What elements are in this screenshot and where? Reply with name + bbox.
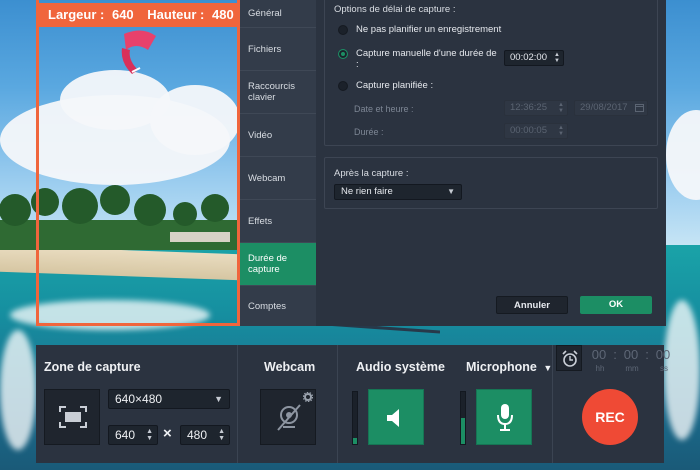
after-capture-title: Après la capture : [334, 168, 409, 179]
nav-item-video[interactable]: Vidéo [240, 114, 316, 157]
microphone-toggle-button[interactable] [476, 389, 532, 445]
microphone-level-fill [461, 418, 465, 444]
timer-hours: 00 [591, 347, 607, 362]
system-audio-toggle-button[interactable] [368, 389, 424, 445]
nav-item-general[interactable]: Général [240, 0, 316, 28]
divider [552, 345, 553, 463]
resolution-value: 640×480 [115, 392, 163, 406]
alarm-clock-icon [562, 350, 578, 367]
stepper-arrows-icon[interactable]: ▲ ▼ [146, 428, 153, 442]
nav-item-files[interactable]: Fichiers [240, 28, 316, 71]
manual-duration-stepper[interactable]: 00:02:00 ▲ ▼ [504, 50, 564, 66]
scheduled-time-value: 12:36:25 [510, 102, 547, 113]
microphone-title[interactable]: Microphone ▼ [466, 360, 552, 374]
timing-options-group [324, 0, 658, 146]
nav-item-accounts[interactable]: Comptes [240, 286, 316, 326]
system-audio-level-fill [353, 437, 357, 444]
capture-area-frame[interactable] [36, 0, 240, 326]
scheduled-time-stepper[interactable]: 12:36:25 ▲ ▼ [504, 100, 568, 116]
microphone-label: Microphone [466, 360, 537, 374]
system-audio-title: Audio système [356, 360, 445, 374]
option-manual-duration-label: Capture manuelle d'une durée de : [356, 48, 497, 70]
microphone-level-meter [460, 391, 466, 445]
option-no-schedule[interactable]: Ne pas planifier un enregistrement [338, 24, 501, 35]
date-time-label: Date et heure : [354, 104, 414, 114]
gear-icon[interactable] [303, 392, 313, 402]
times-sign: × [163, 425, 172, 442]
height-stepper[interactable]: 480 ▲ ▼ [180, 425, 230, 445]
divider [337, 345, 338, 463]
timer-unit-hh: hh [595, 364, 605, 373]
timer-unit-mm: mm [625, 364, 639, 373]
radio-manual-duration[interactable] [338, 49, 348, 59]
timing-options-title: Options de délai de capture : [334, 4, 456, 15]
width-caption: Largeur : [48, 7, 105, 22]
option-no-schedule-label: Ne pas planifier un enregistrement [356, 24, 502, 35]
fullscreen-icon [59, 406, 87, 428]
option-scheduled[interactable]: Capture planifiée : [338, 80, 433, 91]
duration-label: Durée : [354, 127, 384, 137]
resolution-select[interactable]: 640×480 ▼ [108, 389, 230, 409]
timer-minutes: 00 [623, 347, 639, 362]
record-button[interactable]: REC [582, 389, 638, 445]
after-capture-select[interactable]: Ne rien faire ▼ [334, 184, 462, 200]
height-caption: Hauteur : [147, 7, 205, 22]
width-value: 640 [111, 7, 134, 22]
scheduled-duration-stepper[interactable]: 00:00:05 ▲ ▼ [504, 123, 568, 139]
stepper-arrows-icon[interactable]: ▲ ▼ [558, 125, 564, 137]
stepper-arrows-icon[interactable]: ▲ ▼ [558, 102, 564, 114]
scheduler-button[interactable] [556, 345, 582, 371]
ok-button[interactable]: OK [580, 296, 652, 314]
wave [0, 330, 36, 450]
manual-duration-value: 00:02:00 [510, 52, 547, 63]
timer-seconds: 00 [655, 347, 671, 362]
option-scheduled-label: Capture planifiée : [356, 80, 434, 91]
divider [237, 345, 238, 463]
system-audio-level-meter [352, 391, 358, 445]
microphone-icon [497, 404, 513, 431]
nav-item-webcam[interactable]: Webcam [240, 157, 316, 200]
timer-display: 00 : 00 : 00 [586, 347, 676, 362]
radio-scheduled[interactable] [338, 81, 348, 91]
after-capture-value: Ne rien faire [341, 186, 393, 197]
scheduled-date-field[interactable]: 29/08/2017 [574, 100, 648, 116]
cancel-button[interactable]: Annuler [496, 296, 568, 314]
settings-dialog: Général Fichiers Raccourcis clavier Vidé… [240, 0, 666, 326]
webcam-toggle-button[interactable] [260, 389, 316, 445]
stepper-arrows-icon[interactable]: ▲ ▼ [218, 428, 225, 442]
timer-unit-ss: ss [660, 364, 668, 373]
nav-item-effects[interactable]: Effets [240, 200, 316, 243]
speaker-icon [387, 409, 399, 427]
timer-units: hh mm ss [584, 364, 680, 373]
chevron-down-icon: ▼ [447, 187, 455, 196]
capture-size-label: Largeur : 640 Hauteur : 480 [36, 3, 250, 27]
webcam-title: Webcam [264, 360, 316, 374]
width-stepper[interactable]: 640 ▲ ▼ [108, 425, 158, 445]
calendar-icon[interactable] [635, 103, 644, 112]
webcam-off-icon [277, 404, 301, 431]
height-input-value: 480 [187, 428, 208, 442]
fullscreen-button[interactable] [44, 389, 100, 445]
chevron-down-icon[interactable]: ▼ [543, 363, 552, 373]
scheduled-date-value: 29/08/2017 [580, 102, 628, 113]
radio-no-schedule[interactable] [338, 25, 348, 35]
width-input-value: 640 [115, 428, 136, 442]
nav-item-hotkeys[interactable]: Raccourcis clavier [240, 71, 316, 114]
chevron-down-icon: ▼ [214, 394, 223, 404]
height-value: 480 [211, 7, 234, 22]
stepper-arrows-icon[interactable]: ▲ ▼ [554, 52, 560, 64]
recording-control-bar: Zone de capture 640×480 ▼ 640 ▲ ▼ × 480 ▲… [36, 345, 670, 463]
scheduled-duration-value: 00:00:05 [510, 125, 547, 136]
nav-item-capture-duration[interactable]: Durée de capture [240, 243, 316, 286]
option-manual-duration[interactable]: Capture manuelle d'une durée de : [338, 48, 498, 70]
after-capture-group [324, 157, 658, 209]
capture-zone-title: Zone de capture [44, 360, 141, 374]
settings-nav: Général Fichiers Raccourcis clavier Vidé… [240, 0, 316, 326]
